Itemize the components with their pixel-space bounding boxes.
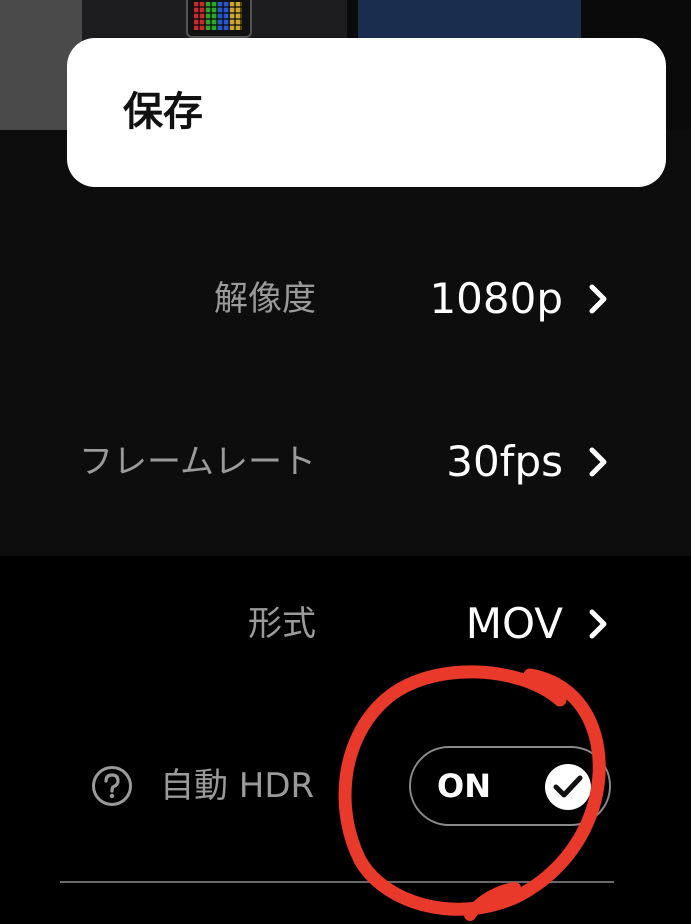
format-row[interactable]: 形式 MOV [0,584,691,664]
toggle-knob [545,764,591,810]
auto-hdr-toggle-text: ON [437,767,491,805]
frame-rate-label: フレームレート [79,442,316,482]
auto-hdr-toggle[interactable]: ON [409,746,611,826]
chevron-right-icon [589,284,607,314]
save-button-label: 保存 [123,89,203,135]
frame-rate-value: 30fps [446,437,563,486]
save-button[interactable]: 保存 [67,38,666,187]
video-thumbnail-right [358,0,581,40]
auto-hdr-row: 自動 HDR ON [0,746,691,826]
format-value: MOV [465,599,563,648]
bottom-divider [60,881,614,883]
project-thumbnail-icon [186,0,252,38]
resolution-row[interactable]: 解像度 1080p [0,259,691,339]
resolution-label: 解像度 [214,279,316,319]
checkmark-icon [553,775,583,798]
question-circle-icon[interactable] [91,765,133,807]
auto-hdr-label: 自動 HDR [160,766,315,806]
resolution-value: 1080p [429,274,563,323]
frame-rate-row[interactable]: フレームレート 30fps [0,422,691,502]
chevron-right-icon [589,609,607,639]
format-label: 形式 [248,604,316,644]
chevron-right-icon [589,447,607,477]
